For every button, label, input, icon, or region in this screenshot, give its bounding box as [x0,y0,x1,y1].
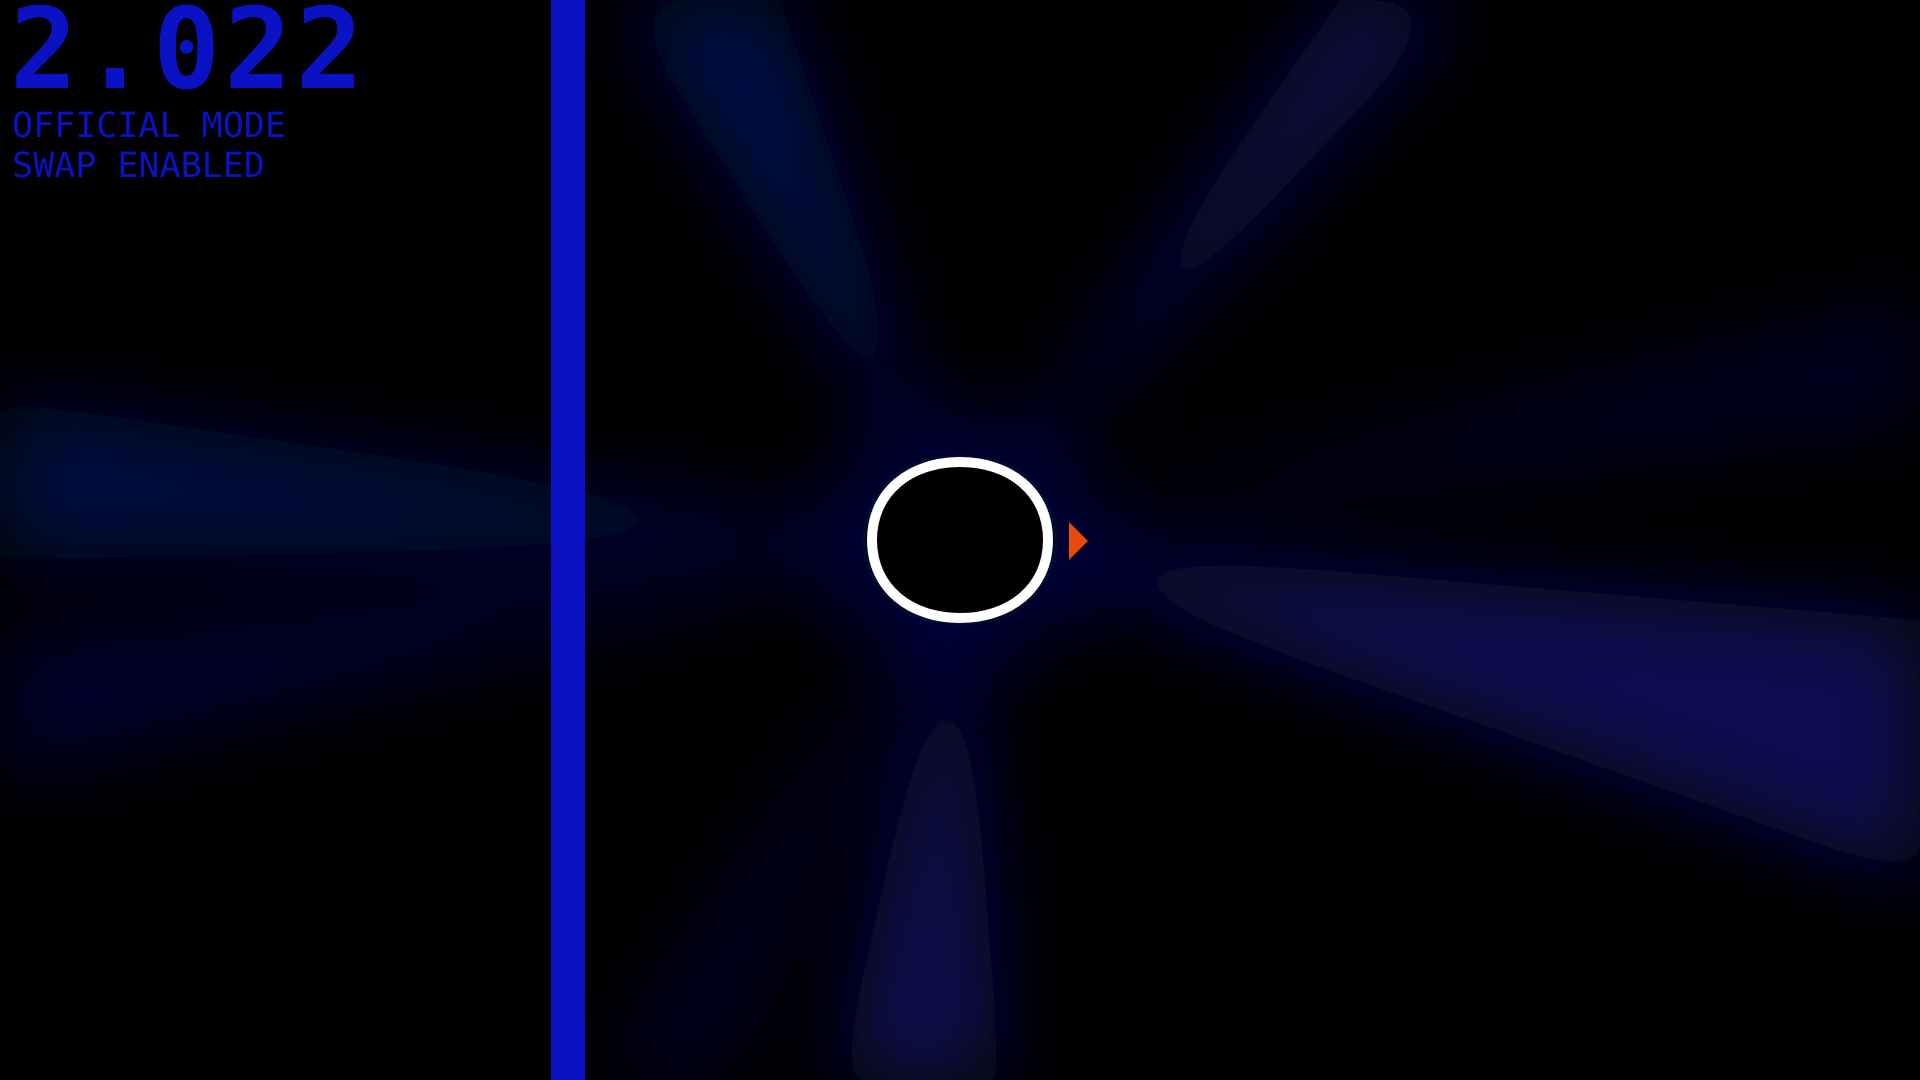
center-hexagon-icon [866,457,1054,623]
survival-timer: 2.022 [10,0,368,115]
game-field [0,0,1920,1080]
mode-label: OFFICIAL MODE [12,106,286,146]
game-canvas[interactable]: 2.022 OFFICIAL MODE SWAP ENABLED [0,0,1920,1080]
swap-label: SWAP ENABLED [12,146,265,186]
wall-bar [551,0,585,1080]
